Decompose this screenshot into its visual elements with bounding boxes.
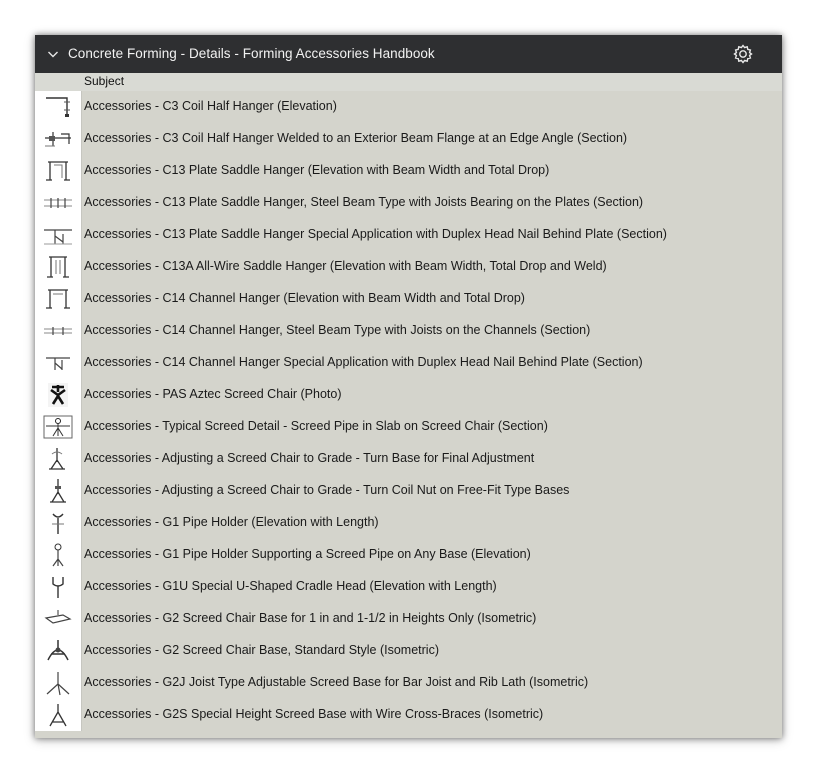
list-item-label: Accessories - PAS Aztec Screed Chair (Ph…: [84, 387, 342, 401]
section-drawing-thumbnail: [45, 132, 71, 147]
list-item-label: Accessories - G2S Special Height Screed …: [84, 707, 544, 721]
pipe-holder-thumbnail: [52, 577, 64, 598]
list-item-label: Accessories - G2 Screed Chair Base for 1…: [84, 611, 537, 625]
screed-chair-thumbnail: [50, 479, 66, 503]
list-item[interactable]: Accessories - C3 Coil Half Hanger Welded…: [35, 123, 782, 155]
thumbnail-cell: [35, 539, 82, 571]
list-item[interactable]: Accessories - PAS Aztec Screed Chair (Ph…: [35, 379, 782, 411]
chair-base-thumbnail: [47, 640, 69, 661]
forming-accessories-panel: Concrete Forming - Details - Forming Acc…: [35, 35, 782, 738]
list-item-label: Accessories - Adjusting a Screed Chair t…: [84, 451, 535, 465]
list-item[interactable]: Accessories - C3 Coil Half Hanger (Eleva…: [35, 91, 782, 123]
thumbnail-cell: [35, 507, 82, 539]
thumbnail-cell: [35, 379, 82, 411]
list-item[interactable]: Accessories - Typical Screed Detail - Sc…: [35, 411, 782, 443]
list-item[interactable]: Accessories - G1 Pipe Holder Supporting …: [35, 539, 782, 571]
list-item-label: Accessories - C14 Channel Hanger Special…: [84, 355, 643, 369]
thumbnail-cell: [35, 123, 82, 155]
list-item[interactable]: Accessories - G2S Special Height Screed …: [35, 699, 782, 731]
list-item[interactable]: Accessories - C14 Channel Hanger (Elevat…: [35, 283, 782, 315]
pipe-holder-thumbnail: [52, 513, 64, 534]
list-item[interactable]: Accessories - G2 Screed Chair Base for 1…: [35, 603, 782, 635]
list-item-label: Accessories - G1U Special U-Shaped Cradl…: [84, 579, 497, 593]
subject-list: Accessories - C3 Coil Half Hanger (Eleva…: [35, 91, 782, 731]
tripod-base-thumbnail: [46, 672, 70, 696]
list-item[interactable]: Accessories - C13 Plate Saddle Hanger Sp…: [35, 219, 782, 251]
section-drawing-thumbnail: [44, 198, 72, 208]
list-item[interactable]: Accessories - G2 Screed Chair Base, Stan…: [35, 635, 782, 667]
list-item-label: Accessories - C14 Channel Hanger, Steel …: [84, 323, 591, 337]
tripod-base-thumbnail: [49, 704, 67, 727]
thumbnail-cell: [35, 187, 82, 219]
screed-detail-thumbnail: [43, 415, 73, 439]
list-item-label: Accessories - C14 Channel Hanger (Elevat…: [84, 291, 525, 305]
thumbnail-cell: [35, 283, 82, 315]
list-item[interactable]: Accessories - Adjusting a Screed Chair t…: [35, 443, 782, 475]
list-item-label: Accessories - C13 Plate Saddle Hanger (E…: [84, 163, 550, 177]
list-item-label: Accessories - C13 Plate Saddle Hanger, S…: [84, 195, 644, 209]
thumbnail-cell: [35, 635, 82, 667]
section-drawing-thumbnail: [46, 357, 70, 370]
thumbnail-cell: [35, 347, 82, 379]
screed-chair-photo-thumbnail: [48, 383, 68, 407]
list-item-label: Accessories - C3 Coil Half Hanger Welded…: [84, 131, 628, 145]
list-item-label: Accessories - C13 Plate Saddle Hanger Sp…: [84, 227, 667, 241]
thumbnail-cell: [35, 571, 82, 603]
thumbnail-cell: [35, 315, 82, 347]
section-drawing-thumbnail: [44, 229, 72, 245]
hanger-drawing-thumbnail: [46, 97, 70, 117]
list-item[interactable]: Accessories - Adjusting a Screed Chair t…: [35, 475, 782, 507]
thumbnail-cell: [35, 91, 82, 123]
gear-icon[interactable]: [733, 44, 753, 64]
list-item-label: Accessories - Adjusting a Screed Chair t…: [84, 483, 570, 497]
saddle-hanger-thumbnail: [46, 161, 70, 181]
chair-base-thumbnail: [44, 610, 72, 624]
list-item-label: Accessories - G1 Pipe Holder (Elevation …: [84, 515, 379, 529]
thumbnail-cell: [35, 699, 82, 731]
list-item-label: Accessories - C3 Coil Half Hanger (Eleva…: [84, 99, 337, 113]
thumbnail-cell: [35, 411, 82, 443]
list-item-label: Accessories - Typical Screed Detail - Sc…: [84, 419, 548, 433]
thumbnail-column-header: [35, 73, 81, 91]
list-item[interactable]: Accessories - C13 Plate Saddle Hanger, S…: [35, 187, 782, 219]
list-item-label: Accessories - G2J Joist Type Adjustable …: [84, 675, 589, 689]
list-item[interactable]: Accessories - G2J Joist Type Adjustable …: [35, 667, 782, 699]
column-header-row: Subject: [35, 73, 782, 91]
panel-title: Concrete Forming - Details - Forming Acc…: [68, 46, 435, 61]
subject-column-header[interactable]: Subject: [84, 74, 124, 88]
thumbnail-cell: [35, 155, 82, 187]
thumbnail-cell: [35, 475, 82, 507]
pipe-holder-thumbnail: [52, 543, 64, 567]
list-item[interactable]: Accessories - G1 Pipe Holder (Elevation …: [35, 507, 782, 539]
thumbnail-cell: [35, 251, 82, 283]
chevron-down-icon[interactable]: [47, 49, 59, 59]
list-item-label: Accessories - G2 Screed Chair Base, Stan…: [84, 643, 439, 657]
screed-chair-thumbnail: [49, 448, 65, 470]
list-item[interactable]: Accessories - C13A All-Wire Saddle Hange…: [35, 251, 782, 283]
thumbnail-cell: [35, 603, 82, 635]
list-item[interactable]: Accessories - C14 Channel Hanger Special…: [35, 347, 782, 379]
thumbnail-cell: [35, 443, 82, 475]
list-item[interactable]: Accessories - C14 Channel Hanger, Steel …: [35, 315, 782, 347]
saddle-hanger-thumbnail: [46, 289, 70, 309]
panel-header[interactable]: Concrete Forming - Details - Forming Acc…: [35, 35, 782, 73]
list-item-label: Accessories - G1 Pipe Holder Supporting …: [84, 547, 531, 561]
thumbnail-cell: [35, 219, 82, 251]
section-drawing-thumbnail: [44, 327, 72, 335]
list-item[interactable]: Accessories - C13 Plate Saddle Hanger (E…: [35, 155, 782, 187]
thumbnail-cell: [35, 667, 82, 699]
saddle-hanger-thumbnail: [47, 256, 69, 278]
list-item[interactable]: Accessories - G1U Special U-Shaped Cradl…: [35, 571, 782, 603]
list-item-label: Accessories - C13A All-Wire Saddle Hange…: [84, 259, 607, 273]
